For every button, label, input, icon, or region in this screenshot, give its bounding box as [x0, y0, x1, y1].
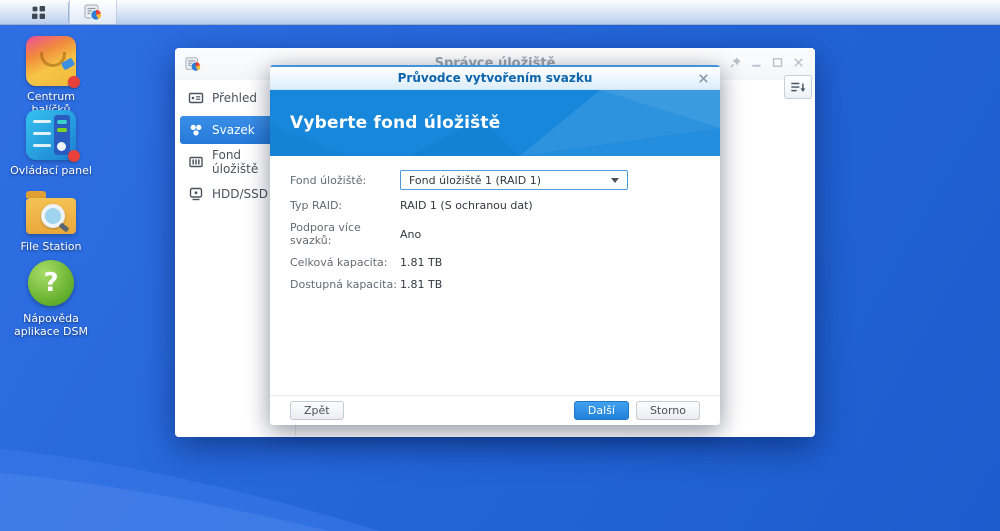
dialog-titlebar[interactable]: Průvodce vytvořením svazku	[270, 67, 720, 90]
storage-pool-icon	[189, 156, 203, 168]
taskbar-storage-manager-button[interactable]	[69, 0, 117, 24]
chevron-down-icon	[611, 178, 619, 183]
desktop-icon-label: File Station	[20, 240, 82, 253]
sidebar-item-label: Svazek	[212, 123, 255, 137]
storage-manager-icon	[84, 4, 102, 21]
storage-pool-select[interactable]: Fond úložiště 1 (RAID 1)	[400, 170, 628, 190]
volume-wizard-dialog: Průvodce vytvořením svazku Vyberte fond …	[270, 65, 720, 425]
next-button[interactable]: Další	[573, 401, 629, 420]
main-menu-button[interactable]	[8, 0, 68, 24]
maximize-icon[interactable]	[771, 56, 784, 69]
dialog-footer: Zpět Další Storno	[270, 395, 720, 425]
cancel-button[interactable]: Storno	[635, 401, 700, 420]
minimize-icon[interactable]	[750, 56, 763, 69]
field-value: Ano	[400, 227, 422, 241]
back-button[interactable]: Zpět	[290, 401, 344, 420]
desktop-icon-control-panel[interactable]: Ovládací panel	[8, 110, 94, 177]
desktop: Centrum balíčků Ovládací panel File St	[0, 0, 1000, 531]
volume-icon	[190, 124, 202, 136]
notification-badge	[68, 76, 80, 88]
field-multi-volume-support: Podpora více svazků: Ano	[290, 221, 700, 247]
storage-pool-select-value: Fond úložiště 1 (RAID 1)	[409, 173, 542, 187]
notification-badge	[68, 150, 80, 162]
task-list-icon	[791, 82, 806, 92]
dsm-help-icon: ?	[28, 260, 74, 306]
field-label: Celková kapacita:	[290, 256, 388, 269]
hdd-icon	[189, 187, 203, 201]
desktop-icon-label: Nápověda aplikace DSM	[13, 312, 88, 338]
field-available-capacity: Dostupná kapacita: 1.81 TB	[290, 278, 700, 291]
field-label: Dostupná kapacita:	[290, 278, 397, 291]
taskbar	[0, 0, 1000, 25]
field-value: 1.81 TB	[400, 278, 443, 291]
grid-menu-icon	[31, 5, 45, 19]
sidebar-item-label: Přehled	[212, 91, 258, 105]
desktop-icon-dsm-help[interactable]: ? Nápověda aplikace DSM	[8, 258, 94, 338]
dialog-banner: Vyberte fond úložiště	[270, 90, 720, 156]
field-value: 1.81 TB	[400, 256, 443, 269]
file-station-icon	[26, 186, 76, 236]
desktop-background-swoosh	[0, 449, 380, 531]
pin-icon[interactable]	[729, 56, 742, 69]
field-label: Podpora více svazků:	[290, 221, 361, 247]
dialog-heading: Vyberte fond úložiště	[290, 113, 501, 133]
field-raid-type: Typ RAID: RAID 1 (S ochranou dat)	[290, 199, 700, 212]
close-icon[interactable]	[792, 56, 805, 69]
background-tasks-button[interactable]	[784, 75, 812, 99]
desktop-icon-file-station[interactable]: File Station	[8, 186, 94, 253]
dialog-body: Fond úložiště: Fond úložiště 1 (RAID 1) …	[270, 157, 720, 395]
field-label: Fond úložiště:	[290, 173, 367, 187]
desktop-icon-label: Ovládací panel	[10, 164, 92, 177]
sidebar-item-label: HDD/SSD	[212, 187, 269, 201]
dialog-title: Průvodce vytvořením svazku	[397, 71, 593, 85]
field-value: RAID 1 (S ochranou dat)	[400, 199, 533, 212]
field-label: Typ RAID:	[290, 199, 343, 212]
field-total-capacity: Celková kapacita: 1.81 TB	[290, 256, 700, 269]
field-storage-pool: Fond úložiště: Fond úložiště 1 (RAID 1)	[290, 170, 700, 190]
dialog-close-icon[interactable]	[697, 72, 710, 85]
desktop-icon-package-center[interactable]: Centrum balíčků	[8, 36, 94, 116]
overview-icon	[188, 92, 204, 104]
